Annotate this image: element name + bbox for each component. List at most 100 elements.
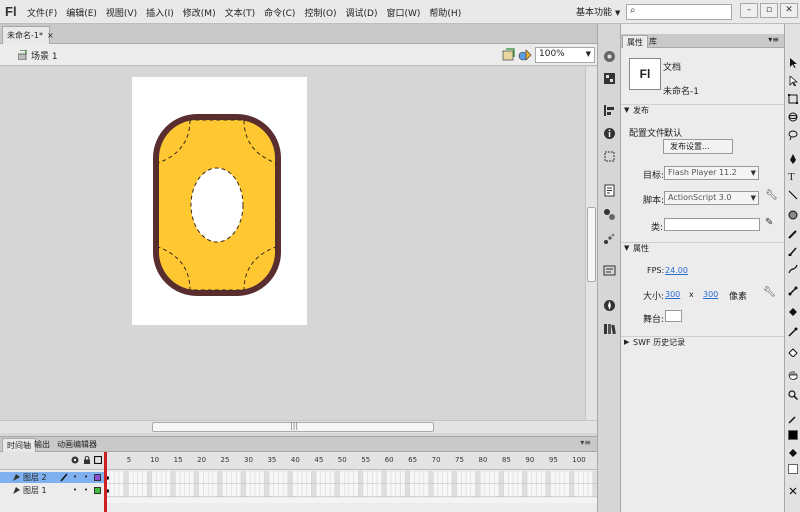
- outline-icon[interactable]: [94, 456, 102, 464]
- line-tool-icon[interactable]: [788, 190, 798, 200]
- size-label: 大小:: [643, 292, 665, 302]
- visibility-dot[interactable]: •: [73, 486, 77, 494]
- menu-help[interactable]: 帮助(H): [426, 6, 464, 19]
- playhead[interactable]: [104, 452, 107, 512]
- pencil-icon[interactable]: ✎: [765, 217, 773, 228]
- free-transform-tool-icon[interactable]: [788, 94, 798, 104]
- oval-tool-icon[interactable]: [788, 210, 798, 220]
- lasso-tool-icon[interactable]: [788, 130, 798, 140]
- align-icon[interactable]: [603, 104, 616, 117]
- menu-view[interactable]: 视图(V): [103, 6, 140, 19]
- eye-icon[interactable]: [71, 456, 79, 464]
- restore-button[interactable]: ▫: [760, 3, 778, 18]
- vertical-scrollbar-thumb[interactable]: [587, 207, 596, 282]
- transform-icon[interactable]: [603, 150, 616, 163]
- zoom-select[interactable]: 100% ▼: [535, 47, 595, 63]
- height-value[interactable]: 300: [703, 290, 718, 299]
- frames-grid[interactable]: [105, 471, 597, 503]
- lock-dot[interactable]: •: [84, 473, 88, 481]
- stage-area[interactable]: [0, 67, 585, 420]
- pen-tool-icon[interactable]: [788, 154, 798, 164]
- zoom-tool-icon[interactable]: [788, 390, 798, 400]
- tab-motion-editor[interactable]: 动画编辑器: [53, 438, 101, 452]
- code-snippets-icon[interactable]: [603, 184, 616, 197]
- eraser-tool-icon[interactable]: [788, 347, 798, 357]
- tab-output[interactable]: 输出: [30, 438, 54, 452]
- publish-settings-button[interactable]: 发布设置...: [663, 139, 733, 154]
- document-tab[interactable]: 未命名-1* ×: [2, 26, 54, 44]
- workspace-switcher[interactable]: 基本功能 ▼: [576, 5, 620, 18]
- library-icon[interactable]: [603, 322, 616, 335]
- fps-value[interactable]: 24.00: [665, 266, 688, 275]
- info-icon[interactable]: [603, 127, 616, 140]
- target-label: 目标:: [643, 171, 665, 181]
- stroke-color-swatch[interactable]: [788, 430, 798, 440]
- stroke-color-icon[interactable]: [788, 414, 798, 424]
- close-icon[interactable]: ×: [47, 31, 54, 40]
- edit-symbol-icon[interactable]: [518, 48, 532, 62]
- compass-icon[interactable]: [603, 299, 616, 312]
- 3d-rotation-tool-icon[interactable]: [788, 112, 798, 122]
- close-button[interactable]: ✕: [780, 3, 798, 18]
- wrench-icon[interactable]: 🔧︎: [763, 287, 776, 298]
- subselection-tool-icon[interactable]: [788, 76, 798, 86]
- panel-menu-icon[interactable]: ▾≡: [580, 438, 591, 447]
- class-input[interactable]: [664, 218, 760, 231]
- publish-section-header[interactable]: ▼ 发布: [621, 104, 784, 116]
- swap-colors-icon[interactable]: [788, 486, 798, 496]
- script-select[interactable]: ActionScript 3.0 ▼: [664, 191, 759, 205]
- menu-insert[interactable]: 插入(I): [143, 6, 177, 19]
- horizontal-scrollbar[interactable]: |||: [0, 420, 597, 433]
- menu-window[interactable]: 窗口(W): [384, 6, 424, 19]
- minimize-button[interactable]: –: [740, 3, 758, 18]
- history-icon[interactable]: [603, 264, 616, 277]
- hand-tool-icon[interactable]: [788, 370, 798, 380]
- menu-commands[interactable]: 命令(C): [261, 6, 298, 19]
- fill-color-swatch[interactable]: [788, 464, 798, 474]
- panel-menu-icon[interactable]: ▾≡: [768, 35, 779, 44]
- vertical-scrollbar[interactable]: [585, 67, 597, 420]
- menu-modify[interactable]: 修改(M): [180, 6, 219, 19]
- edit-scene-icon[interactable]: [502, 48, 516, 62]
- menu-text[interactable]: 文本(T): [222, 6, 259, 19]
- pencil-tool-icon[interactable]: [788, 229, 798, 239]
- attributes-section-header[interactable]: ▼ 属性: [621, 242, 784, 254]
- motion-presets-icon[interactable]: [603, 232, 616, 245]
- brush-tool-icon[interactable]: [788, 246, 798, 256]
- text-tool-icon[interactable]: T: [788, 172, 798, 183]
- layer-name[interactable]: 图层 2: [23, 472, 47, 483]
- paint-bucket-tool-icon[interactable]: [788, 307, 798, 317]
- layer-name[interactable]: 图层 1: [23, 485, 47, 496]
- stage-color-swatch[interactable]: [665, 310, 682, 322]
- layer-row[interactable]: 图层 1 • •: [0, 485, 105, 496]
- eyedropper-tool-icon[interactable]: [788, 327, 798, 337]
- wrench-icon[interactable]: 🔧︎: [765, 190, 778, 201]
- layer-row[interactable]: 图层 2 • •: [0, 472, 105, 483]
- color-wheel-icon[interactable]: [603, 50, 616, 63]
- fill-color-icon[interactable]: [788, 448, 798, 458]
- visibility-dot[interactable]: •: [73, 473, 77, 481]
- menu-edit[interactable]: 编辑(E): [63, 6, 100, 19]
- swatches-icon[interactable]: [603, 72, 616, 85]
- width-value[interactable]: 300: [665, 290, 680, 299]
- frame-cell: [273, 471, 279, 498]
- stage[interactable]: [132, 77, 307, 325]
- tab-library[interactable]: 库: [645, 35, 661, 48]
- lock-dot[interactable]: •: [84, 486, 88, 494]
- target-select[interactable]: Flash Player 11.2 ▼: [664, 166, 759, 180]
- menu-file[interactable]: 文件(F): [24, 6, 60, 19]
- components-icon[interactable]: [603, 208, 616, 221]
- scene-label[interactable]: 场景 1: [31, 49, 58, 62]
- search-input[interactable]: ⌕: [626, 4, 732, 20]
- menu-control[interactable]: 控制(O): [301, 6, 339, 19]
- selection-tool-icon[interactable]: [788, 58, 798, 68]
- deco-tool-icon[interactable]: [788, 264, 798, 274]
- swf-history-section-header[interactable]: ▶ SWF 历史记录: [621, 336, 784, 348]
- horizontal-scrollbar-thumb[interactable]: |||: [152, 421, 434, 432]
- menu-debug[interactable]: 调试(D): [343, 6, 381, 19]
- ring-shape[interactable]: [132, 77, 307, 325]
- lock-icon[interactable]: [83, 456, 91, 464]
- layer-color-swatch[interactable]: [94, 487, 101, 494]
- layer-color-swatch[interactable]: [94, 474, 101, 481]
- bone-tool-icon[interactable]: [788, 286, 798, 296]
